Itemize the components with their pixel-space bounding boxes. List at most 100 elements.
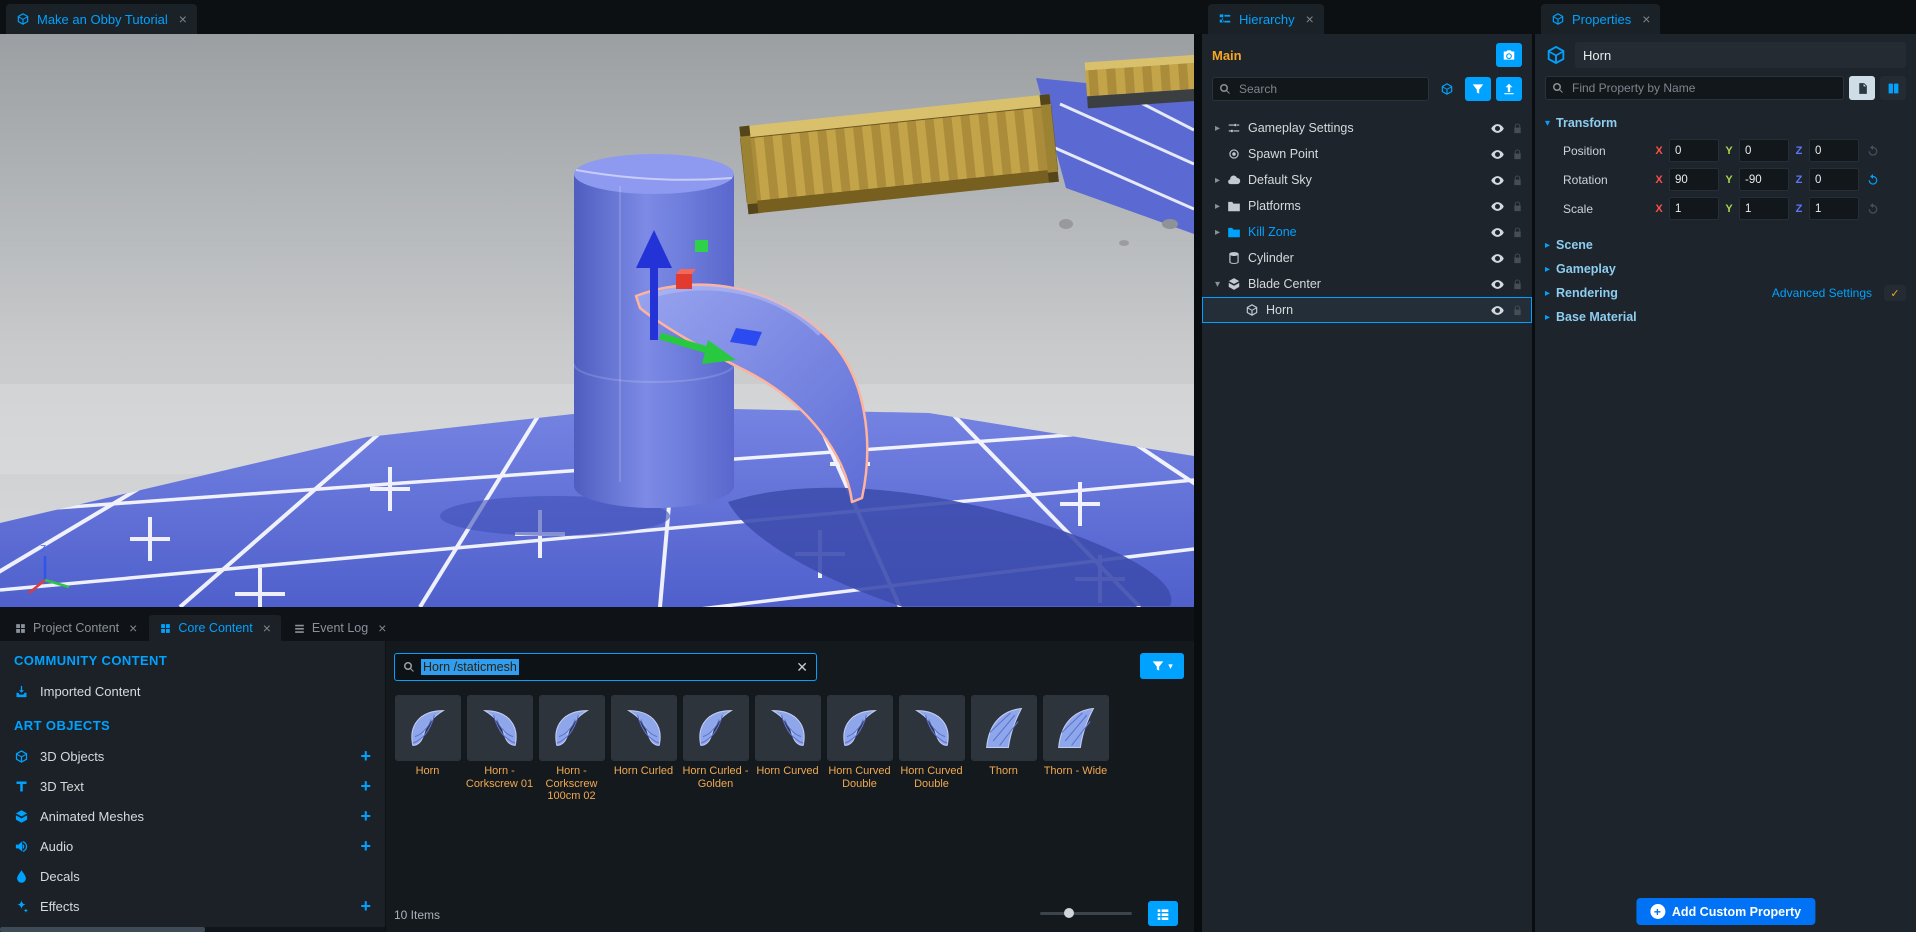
close-icon[interactable]: × <box>378 621 386 635</box>
lock-icon[interactable] <box>1508 201 1526 212</box>
screenshot-button[interactable] <box>1496 43 1522 67</box>
asset-search-input[interactable]: Horn /staticmesh ✕ <box>394 653 817 681</box>
thumbnail-zoom-slider[interactable] <box>1040 912 1132 915</box>
scale-z-input[interactable] <box>1809 197 1859 220</box>
slider-thumb[interactable] <box>1064 908 1074 918</box>
add-custom-property-button[interactable]: + Add Custom Property <box>1636 898 1815 925</box>
check-icon[interactable]: ✓ <box>1884 285 1906 301</box>
clear-search-icon[interactable]: ✕ <box>796 660 808 674</box>
sidebar-item-audio[interactable]: Audio + <box>0 831 385 861</box>
hierarchy-filter-button[interactable] <box>1465 77 1491 101</box>
close-icon[interactable]: × <box>1642 12 1650 26</box>
sidebar-item-3d-objects[interactable]: 3D Objects + <box>0 741 385 771</box>
sidebar-item-3d-text[interactable]: 3D Text + <box>0 771 385 801</box>
section-base-material[interactable]: ▸ Base Material <box>1535 305 1916 329</box>
twisty-icon[interactable]: ▸ <box>1210 123 1225 134</box>
sidebar-item-animated-meshes[interactable]: Animated Meshes + <box>0 801 385 831</box>
add-icon[interactable]: + <box>360 777 371 795</box>
position-x-input[interactable] <box>1669 139 1719 162</box>
add-icon[interactable]: + <box>360 807 371 825</box>
add-icon[interactable]: + <box>360 897 371 915</box>
visibility-eye-icon[interactable] <box>1486 225 1508 240</box>
lock-icon[interactable] <box>1508 149 1526 160</box>
sidebar-item-decals[interactable]: Decals <box>0 861 385 891</box>
twisty-icon[interactable]: ▸ <box>1210 227 1225 238</box>
add-icon[interactable]: + <box>360 747 371 765</box>
asset-tile[interactable]: Horn <box>392 695 463 803</box>
export-button[interactable] <box>1496 77 1522 101</box>
section-rendering[interactable]: ▸ Rendering Advanced Settings ✓ <box>1535 281 1916 305</box>
visibility-eye-icon[interactable] <box>1486 303 1508 318</box>
columns-view-button[interactable] <box>1880 76 1906 100</box>
scene-tab[interactable]: Make an Obby Tutorial × <box>6 4 197 34</box>
package-icon[interactable] <box>1434 77 1460 101</box>
asset-filter-button[interactable]: ▾ <box>1140 653 1184 679</box>
lock-icon[interactable] <box>1508 279 1526 290</box>
hierarchy-item-cylinder[interactable]: Cylinder <box>1202 245 1532 271</box>
property-search-input[interactable] <box>1545 76 1844 100</box>
hierarchy-root-label[interactable]: Main <box>1212 48 1242 63</box>
scale-x-input[interactable] <box>1669 197 1719 220</box>
asset-tile[interactable]: Horn - Corkscrew 100cm 02 <box>536 695 607 803</box>
content-tab-core-content[interactable]: Core Content × <box>149 615 281 641</box>
properties-tab[interactable]: Properties × <box>1541 4 1660 34</box>
section-gameplay[interactable]: ▸ Gameplay <box>1535 257 1916 281</box>
twisty-icon[interactable]: ▸ <box>1210 201 1225 212</box>
hierarchy-item-default-sky[interactable]: ▸ Default Sky <box>1202 167 1532 193</box>
advanced-settings-link[interactable]: Advanced Settings <box>1772 286 1872 300</box>
visibility-eye-icon[interactable] <box>1486 147 1508 162</box>
reset-icon[interactable] <box>1866 144 1880 158</box>
visibility-eye-icon[interactable] <box>1486 199 1508 214</box>
document-view-button[interactable] <box>1849 76 1875 100</box>
asset-tile[interactable]: Horn - Corkscrew 01 <box>464 695 535 803</box>
reset-icon[interactable] <box>1866 202 1880 216</box>
lock-icon[interactable] <box>1508 305 1526 316</box>
grid-view-button[interactable] <box>1148 901 1178 926</box>
transform-section-header[interactable]: ▾ Transform <box>1535 100 1916 138</box>
hierarchy-item-blade-center[interactable]: ▾ Blade Center <box>1202 271 1532 297</box>
rotation-y-input[interactable] <box>1739 168 1789 191</box>
visibility-eye-icon[interactable] <box>1486 277 1508 292</box>
sidebar-item-effects[interactable]: Effects + <box>0 891 385 921</box>
asset-tile[interactable]: Horn Curved Double <box>896 695 967 803</box>
close-icon[interactable]: × <box>179 12 187 26</box>
hierarchy-tab[interactable]: Hierarchy × <box>1208 4 1324 34</box>
rotation-x-input[interactable] <box>1669 168 1719 191</box>
sidebar-item-imported-content[interactable]: Imported Content <box>0 676 385 706</box>
visibility-eye-icon[interactable] <box>1486 173 1508 188</box>
viewport-3d[interactable]: Z <box>0 34 1194 607</box>
close-icon[interactable]: × <box>263 621 271 635</box>
object-name-field[interactable]: Horn <box>1575 42 1906 68</box>
reset-icon[interactable] <box>1866 173 1880 187</box>
lock-icon[interactable] <box>1508 253 1526 264</box>
asset-tile[interactable]: Horn Curved Double <box>824 695 895 803</box>
twisty-icon[interactable]: ▾ <box>1210 279 1225 290</box>
content-tab-project-content[interactable]: Project Content × <box>4 615 147 641</box>
add-icon[interactable]: + <box>360 837 371 855</box>
position-y-input[interactable] <box>1739 139 1789 162</box>
close-icon[interactable]: × <box>129 621 137 635</box>
hierarchy-item-platforms[interactable]: ▸ Platforms <box>1202 193 1532 219</box>
hierarchy-item-gameplay-settings[interactable]: ▸ Gameplay Settings <box>1202 115 1532 141</box>
rotation-z-input[interactable] <box>1809 168 1859 191</box>
hierarchy-search-input[interactable] <box>1212 77 1429 101</box>
asset-tile[interactable]: Thorn <box>968 695 1039 803</box>
twisty-icon[interactable]: ▸ <box>1210 175 1225 186</box>
section-scene[interactable]: ▸ Scene <box>1535 233 1916 257</box>
horizontal-scrollbar[interactable] <box>0 927 385 932</box>
hierarchy-item-horn[interactable]: Horn <box>1202 297 1532 323</box>
lock-icon[interactable] <box>1508 227 1526 238</box>
scrollbar-thumb[interactable] <box>0 927 205 932</box>
asset-tile[interactable]: Thorn - Wide <box>1040 695 1111 803</box>
asset-tile[interactable]: Horn Curled - Golden <box>680 695 751 803</box>
content-tab-event-log[interactable]: Event Log × <box>283 615 396 641</box>
hierarchy-item-spawn-point[interactable]: Spawn Point <box>1202 141 1532 167</box>
hierarchy-item-kill-zone[interactable]: ▸ Kill Zone <box>1202 219 1532 245</box>
scale-y-input[interactable] <box>1739 197 1789 220</box>
position-z-input[interactable] <box>1809 139 1859 162</box>
asset-tile[interactable]: Horn Curled <box>608 695 679 803</box>
lock-icon[interactable] <box>1508 175 1526 186</box>
asset-tile[interactable]: Horn Curved <box>752 695 823 803</box>
lock-icon[interactable] <box>1508 123 1526 134</box>
visibility-eye-icon[interactable] <box>1486 251 1508 266</box>
